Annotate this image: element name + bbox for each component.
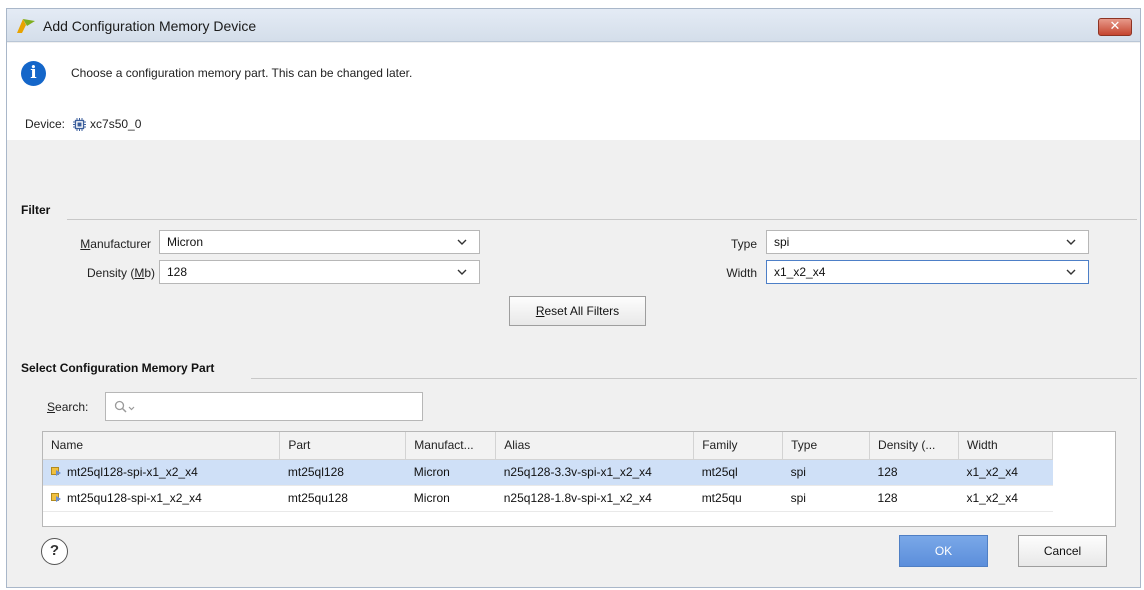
column-header-part[interactable]: Part [279, 432, 407, 460]
device-label: Device: [25, 117, 66, 131]
parts-section-title: Select Configuration Memory Part [21, 361, 215, 375]
device-value: xc7s50_0 [90, 117, 142, 131]
parts-divider [251, 378, 1137, 379]
vivado-logo-icon [17, 19, 35, 33]
column-header-alias[interactable]: Alias [495, 432, 695, 460]
cell-name: mt25qu128-spi-x1_x2_x4 [43, 485, 280, 512]
width-label: Width [726, 266, 757, 280]
cell-part: mt25qu128 [279, 485, 406, 512]
width-value: x1_x2_x4 [774, 265, 826, 279]
memory-part-icon [51, 467, 61, 476]
column-header-name[interactable]: Name [43, 432, 281, 460]
width-select[interactable]: x1_x2_x4 [766, 260, 1089, 284]
search-label: Search: [47, 400, 89, 414]
cell-density: 128 [869, 459, 959, 486]
title-bar[interactable]: Add Configuration Memory Device ✕ [7, 9, 1140, 42]
cell-density: 128 [869, 485, 959, 512]
cell-alias: n25q128-1.8v-spi-x1_x2_x4 [495, 485, 694, 512]
chevron-down-icon [1066, 269, 1076, 275]
chevron-down-icon [1066, 239, 1076, 245]
table-row[interactable]: mt25qu128-spi-x1_x2_x4 mt25qu128 Micron … [43, 485, 1053, 512]
filter-section-title: Filter [21, 203, 51, 217]
cell-type: spi [782, 485, 870, 512]
help-button[interactable]: ? [41, 538, 68, 565]
chevron-down-icon [457, 269, 467, 275]
filter-divider [67, 219, 1137, 220]
cell-type: spi [782, 459, 870, 486]
info-icon: i [21, 61, 46, 86]
close-button[interactable]: ✕ [1098, 18, 1132, 36]
density-value: 128 [167, 265, 188, 279]
parts-table: Name Part Manufact... Alias Family Type … [42, 431, 1116, 527]
manufacturer-label: Manufacturer [80, 237, 151, 251]
manufacturer-value: Micron [167, 235, 204, 249]
column-header-family[interactable]: Family [693, 432, 784, 460]
table-row[interactable]: mt25ql128-spi-x1_x2_x4 mt25ql128 Micron … [43, 459, 1053, 486]
column-header-manufacturer[interactable]: Manufact... [405, 432, 497, 460]
cell-name: mt25ql128-spi-x1_x2_x4 [43, 459, 280, 486]
column-header-type[interactable]: Type [782, 432, 871, 460]
cell-manufacturer: Micron [405, 459, 496, 486]
cell-width: x1_x2_x4 [958, 459, 1053, 486]
cell-manufacturer: Micron [405, 485, 496, 512]
cancel-button[interactable]: Cancel [1018, 535, 1107, 567]
search-input[interactable] [105, 392, 423, 421]
ok-button[interactable]: OK [899, 535, 988, 567]
cell-family: mt25qu [693, 485, 783, 512]
banner-message: Choose a configuration memory part. This… [71, 66, 413, 80]
density-select[interactable]: 128 [159, 260, 480, 284]
chevron-down-icon [457, 239, 467, 245]
type-label: Type [730, 237, 757, 251]
manufacturer-select[interactable]: Micron [159, 230, 480, 254]
device-line: Device: xc7s50_0 [25, 117, 141, 131]
cell-family: mt25ql [693, 459, 783, 486]
density-label: Density (Mb) [86, 266, 155, 280]
column-header-width[interactable]: Width [958, 432, 1053, 460]
memory-part-icon [51, 493, 61, 502]
reset-all-filters-button[interactable]: Reset All Filters [509, 296, 646, 326]
cell-alias: n25q128-3.3v-spi-x1_x2_x4 [495, 459, 694, 486]
search-icon [114, 400, 135, 413]
column-header-density[interactable]: Density (... [869, 432, 959, 460]
cell-width: x1_x2_x4 [958, 485, 1053, 512]
type-select[interactable]: spi [766, 230, 1089, 254]
info-banner: i Choose a configuration memory part. Th… [7, 43, 1140, 140]
chip-icon [73, 117, 87, 131]
window-title: Add Configuration Memory Device [43, 18, 257, 34]
cell-part: mt25ql128 [279, 459, 406, 486]
type-value: spi [774, 235, 790, 249]
dialog-window: Add Configuration Memory Device ✕ i Choo… [6, 8, 1141, 588]
table-header-row: Name Part Manufact... Alias Family Type … [43, 432, 1053, 460]
